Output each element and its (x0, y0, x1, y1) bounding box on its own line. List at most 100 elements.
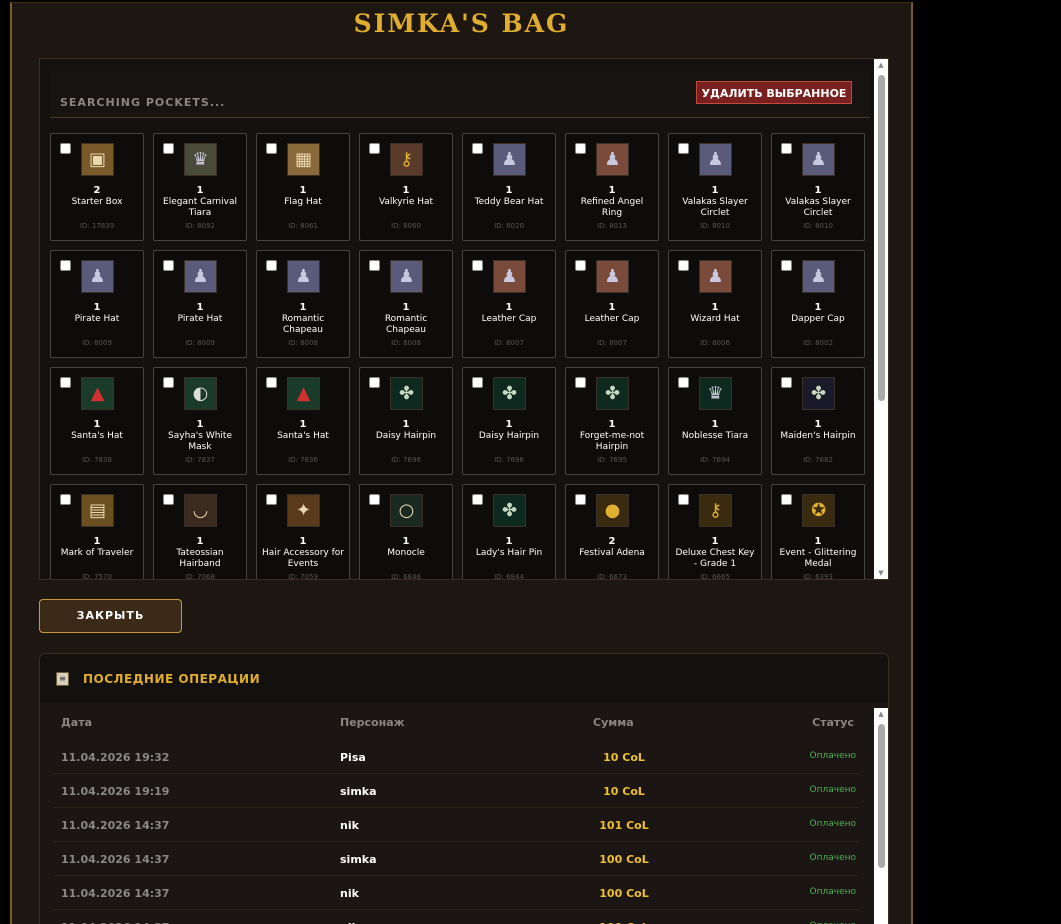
item-card[interactable]: ⚷ 1 Valkyrie Hat ID: 8060 (359, 133, 453, 241)
item-card[interactable]: ♛ 1 Elegant Carnival Tiara ID: 8092 (153, 133, 247, 241)
item-checkbox[interactable] (575, 260, 586, 271)
item-id: ID: 8060 (391, 222, 421, 230)
item-checkbox[interactable] (781, 260, 792, 271)
item-checkbox[interactable] (575, 377, 586, 388)
item-card[interactable]: ♟ 1 Teddy Bear Hat ID: 8020 (462, 133, 556, 241)
item-name: Pirate Hat (74, 314, 120, 324)
inventory-panel: SEARCHING POCKETS... УДАЛИТЬ ВЫБРАННОЕ ▣… (39, 58, 889, 580)
scrollbar-thumb[interactable] (878, 75, 885, 401)
scrollbar-thumb[interactable] (878, 724, 885, 868)
row-character: simka (340, 785, 377, 798)
item-checkbox[interactable] (266, 377, 277, 388)
item-card[interactable]: ✤ 1 Maiden's Hairpin ID: 7682 (771, 367, 865, 475)
item-checkbox[interactable] (472, 143, 483, 154)
accessory-icon: ✦ (287, 494, 320, 527)
figure-icon: ♟ (596, 143, 629, 176)
item-checkbox[interactable] (369, 260, 380, 271)
item-card[interactable]: ♟ 1 Refined Angel Ring ID: 8013 (565, 133, 659, 241)
scroll-up-icon[interactable]: ▲ (874, 61, 888, 69)
item-card[interactable]: ♛ 1 Noblesse Tiara ID: 7694 (668, 367, 762, 475)
item-checkbox[interactable] (781, 494, 792, 505)
item-card[interactable]: ◡ 1 Tateossian Hairband ID: 7068 (153, 484, 247, 580)
item-checkbox[interactable] (781, 143, 792, 154)
item-checkbox[interactable] (472, 494, 483, 505)
tiara-icon: ♛ (699, 377, 732, 410)
table-row: 11.04.2026 19:19 simka 10 CoL Оплачено (54, 773, 858, 808)
item-card[interactable]: ♟ 1 Leather Cap ID: 8007 (462, 250, 556, 358)
item-quantity: 1 (711, 536, 719, 547)
row-sum: 100 CoL (599, 887, 649, 900)
item-id: ID: 8010 (700, 222, 730, 230)
item-checkbox[interactable] (266, 494, 277, 505)
inventory-scrollbar[interactable]: ▲ ▼ (874, 59, 888, 579)
row-date: 11.04.2026 14:37 (61, 887, 170, 900)
item-name: Valakas Slayer Circlet (682, 197, 748, 218)
item-checkbox[interactable] (678, 260, 689, 271)
item-card[interactable]: ✤ 1 Forget-me-not Hairpin ID: 7695 (565, 367, 659, 475)
item-card[interactable]: ○ 1 Monocle ID: 6846 (359, 484, 453, 579)
item-checkbox[interactable] (472, 377, 483, 388)
hairpin-icon: ✤ (596, 377, 629, 410)
item-checkbox[interactable] (472, 260, 483, 271)
row-status: Оплачено (809, 819, 856, 829)
item-card[interactable]: ♟ 1 Valakas Slayer Circlet ID: 8010 (668, 133, 762, 241)
item-card[interactable]: ▦ 1 Flag Hat ID: 8061 (256, 133, 350, 241)
item-name: Daisy Hairpin (478, 431, 540, 441)
item-card[interactable]: ♟ 1 Romantic Chapeau ID: 8008 (256, 250, 350, 358)
item-quantity: 1 (711, 185, 719, 196)
item-checkbox[interactable] (163, 143, 174, 154)
item-card[interactable]: ▲ 1 Santa's Hat ID: 7836 (256, 367, 350, 475)
item-name: Noblesse Tiara (681, 431, 749, 441)
item-checkbox[interactable] (678, 377, 689, 388)
item-card[interactable]: ▲ 1 Santa's Hat ID: 7838 (50, 367, 144, 475)
item-checkbox[interactable] (60, 143, 71, 154)
item-card[interactable]: ♟ 1 Valakas Slayer Circlet ID: 8010 (771, 133, 865, 241)
item-checkbox[interactable] (369, 143, 380, 154)
item-checkbox[interactable] (163, 260, 174, 271)
item-checkbox[interactable] (163, 377, 174, 388)
item-name: Teddy Bear Hat (474, 197, 544, 207)
item-name: Monocle (387, 548, 425, 558)
item-card[interactable]: ♟ 1 Romantic Chapeau ID: 8008 (359, 250, 453, 358)
item-card[interactable]: ▤ 1 Mark of Traveler ID: 7570 (50, 484, 144, 579)
item-checkbox[interactable] (163, 494, 174, 505)
row-date: 11.04.2026 14:37 (61, 853, 170, 866)
item-checkbox[interactable] (575, 494, 586, 505)
item-id: ID: 7068 (185, 573, 215, 580)
scroll-icon: ▤ (81, 494, 114, 527)
item-checkbox[interactable] (575, 143, 586, 154)
item-checkbox[interactable] (60, 377, 71, 388)
item-card[interactable]: ✦ 1 Hair Accessory for Events ID: 7059 (256, 484, 350, 579)
item-card[interactable]: ✤ 1 Daisy Hairpin ID: 7696 (359, 367, 453, 475)
close-button[interactable]: ЗАКРЫТЬ (39, 599, 182, 633)
item-card[interactable]: ✤ 1 Daisy Hairpin ID: 7696 (462, 367, 556, 475)
flag-hat-icon: ▦ (287, 143, 320, 176)
item-card[interactable]: ✪ 1 Event - Glittering Medal ID: 6393 (771, 484, 865, 579)
scroll-up-icon[interactable]: ▲ (874, 710, 888, 718)
item-card[interactable]: ♟ 1 Wizard Hat ID: 8006 (668, 250, 762, 358)
item-checkbox[interactable] (60, 260, 71, 271)
item-checkbox[interactable] (781, 377, 792, 388)
item-checkbox[interactable] (369, 494, 380, 505)
item-card[interactable]: ♟ 1 Pirate Hat ID: 8009 (153, 250, 247, 358)
item-checkbox[interactable] (60, 494, 71, 505)
item-quantity: 2 (93, 185, 101, 196)
item-card[interactable]: ♟ 1 Leather Cap ID: 8007 (565, 250, 659, 358)
item-card[interactable]: ⚷ 1 Deluxe Chest Key - Grade 1 ID: 6665 (668, 484, 762, 579)
item-card[interactable]: ♟ 1 Pirate Hat ID: 8009 (50, 250, 144, 358)
scroll-down-icon[interactable]: ▼ (874, 569, 888, 577)
operations-scrollbar[interactable]: ▲ (874, 708, 888, 924)
item-card[interactable]: ♟ 1 Dapper Cap ID: 8002 (771, 250, 865, 358)
item-checkbox[interactable] (369, 377, 380, 388)
operations-title: ПОСЛЕДНИЕ ОПЕРАЦИИ (83, 672, 261, 686)
item-card[interactable]: ✤ 1 Lady's Hair Pin ID: 6844 (462, 484, 556, 579)
item-card[interactable]: ▣ 2 Starter Box ID: 17839 (50, 133, 144, 241)
item-checkbox[interactable] (678, 143, 689, 154)
delete-selected-button[interactable]: УДАЛИТЬ ВЫБРАННОЕ (696, 81, 852, 104)
item-card[interactable]: ● 2 Festival Adena ID: 6673 (565, 484, 659, 579)
item-card[interactable]: ◐ 1 Sayha's White Mask ID: 7837 (153, 367, 247, 475)
item-checkbox[interactable] (678, 494, 689, 505)
item-quantity: 1 (505, 185, 513, 196)
item-checkbox[interactable] (266, 260, 277, 271)
item-checkbox[interactable] (266, 143, 277, 154)
